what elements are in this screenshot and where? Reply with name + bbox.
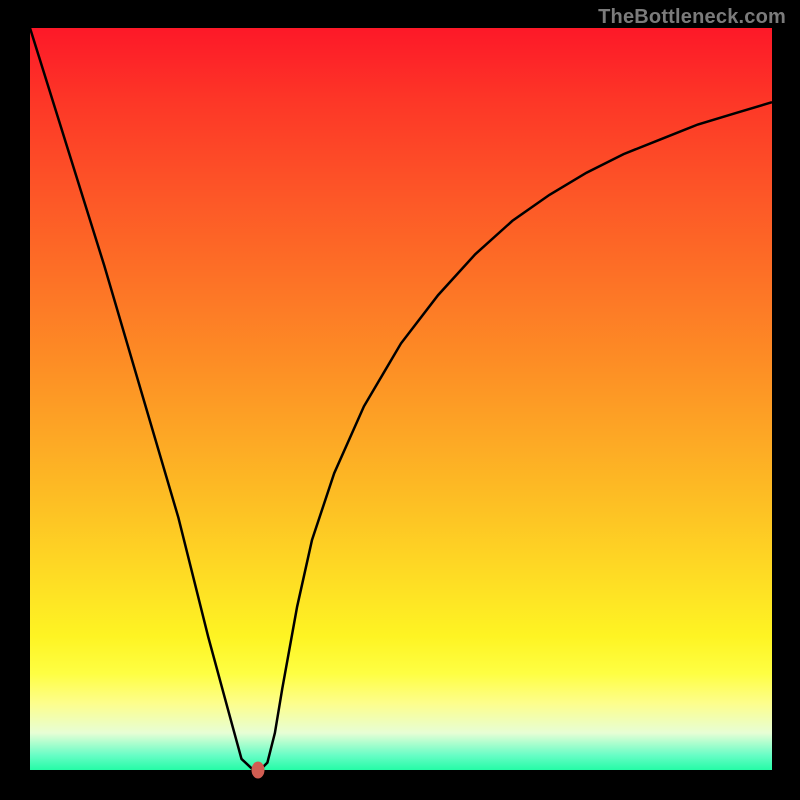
watermark-text: TheBottleneck.com [598, 6, 786, 29]
bottleneck-curve [30, 28, 772, 770]
minimum-marker [251, 762, 264, 779]
curve-path [30, 28, 772, 770]
chart-frame: TheBottleneck.com [0, 0, 800, 800]
plot-area [30, 28, 772, 770]
